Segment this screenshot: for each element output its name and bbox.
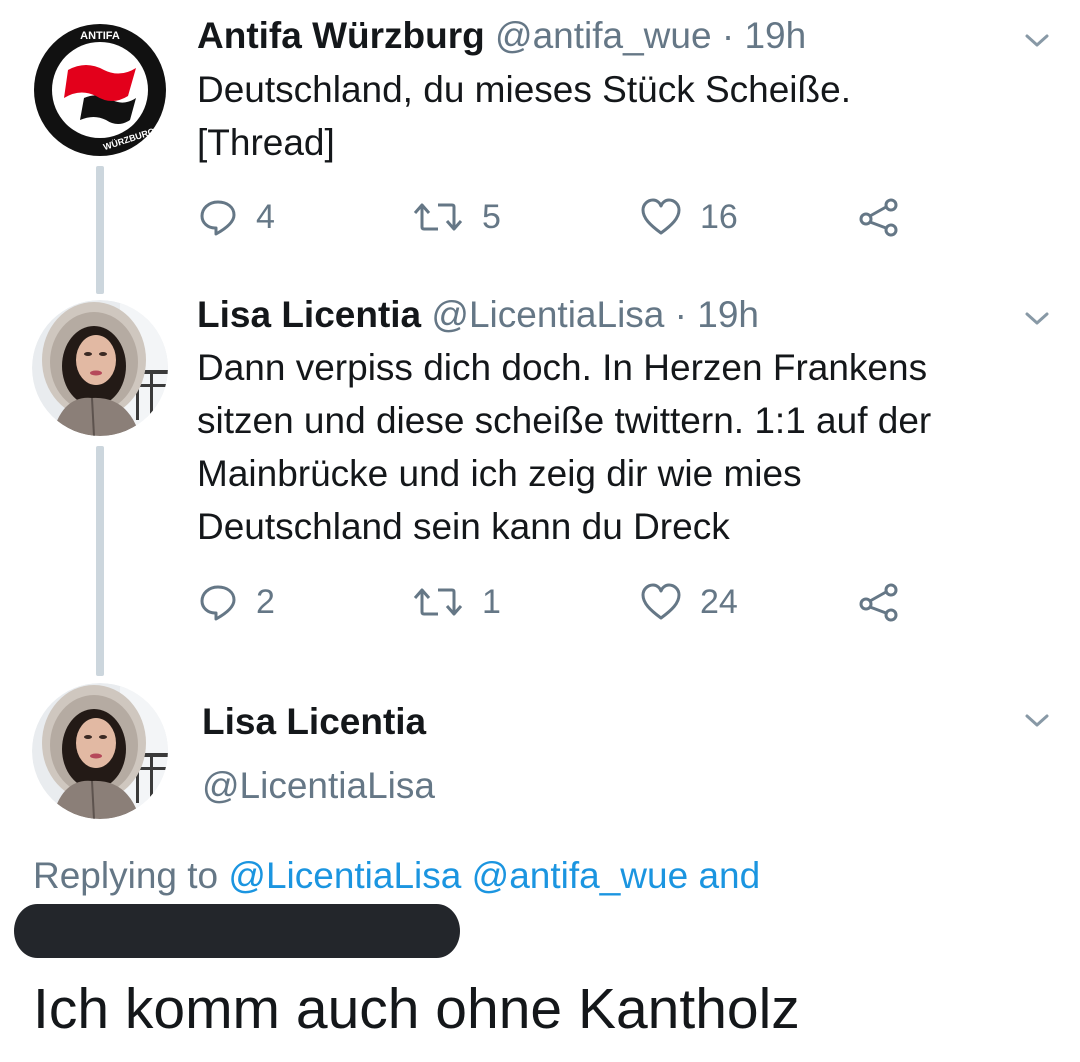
replying-to-mentions[interactable]: @LicentiaLisa @antifa_wue and <box>228 855 760 896</box>
reply-count: 4 <box>256 197 275 236</box>
retweet-button[interactable]: 5 <box>412 195 501 239</box>
reply-button[interactable]: 2 <box>198 580 275 624</box>
like-button[interactable]: 24 <box>640 580 738 624</box>
tweet-1-header: Antifa Würzburg @antifa_wue · 19h <box>197 14 806 58</box>
retweet-icon <box>413 588 463 616</box>
reply-button[interactable]: 4 <box>198 195 275 239</box>
tweet-1-text: Deutschland, du mieses Stück Scheiße. [T… <box>197 69 851 163</box>
reply-icon <box>200 585 236 621</box>
reply-count: 2 <box>256 582 275 621</box>
like-button[interactable]: 16 <box>640 195 738 239</box>
tweet-1-time[interactable]: 19h <box>744 15 806 56</box>
retweet-count: 1 <box>482 582 501 621</box>
retweet-count: 5 <box>482 197 501 236</box>
tweet-2-time[interactable]: 19h <box>697 294 759 335</box>
chevron-down-icon[interactable] <box>1022 26 1052 56</box>
like-count: 24 <box>700 582 738 621</box>
tweet-1-handle[interactable]: @antifa_wue <box>495 15 712 56</box>
tweet-2-text: Dann verpiss dich doch. In Herzen Franke… <box>197 347 932 547</box>
tweet-1-author-name[interactable]: Antifa Würzburg <box>197 15 485 56</box>
avatar-lisa[interactable] <box>32 300 168 436</box>
focused-author-name[interactable]: Lisa Licentia <box>202 700 426 744</box>
thread-line-1 <box>96 166 104 294</box>
retweet-button[interactable]: 1 <box>412 580 501 624</box>
reply-icon <box>200 200 236 236</box>
replying-to-label: Replying to <box>33 855 219 896</box>
replying-to-line: Replying to @LicentiaLisa @antifa_wue an… <box>33 852 760 900</box>
share-button[interactable] <box>858 580 900 624</box>
tweet-2-author-name[interactable]: Lisa Licentia <box>197 294 421 335</box>
chevron-down-icon[interactable] <box>1022 304 1052 334</box>
tweet-1-dot: · <box>721 15 735 56</box>
avatar-antifa-logo[interactable]: ANTIFA WÜRZBURG <box>32 22 168 158</box>
share-button[interactable] <box>858 195 900 239</box>
focused-author-handle[interactable]: @LicentiaLisa <box>202 764 435 808</box>
like-count: 16 <box>700 197 738 236</box>
logo-text-top: ANTIFA <box>80 30 120 42</box>
focused-tweet-text: Ich komm auch ohne Kantholz <box>33 977 800 1041</box>
tweet-2-handle[interactable]: @LicentiaLisa <box>431 294 664 335</box>
chevron-down-icon[interactable] <box>1022 706 1052 736</box>
avatar-lisa-focused[interactable] <box>32 683 168 819</box>
heart-icon <box>641 198 681 235</box>
tweet-2-header: Lisa Licentia @LicentiaLisa · 19h <box>197 293 759 337</box>
heart-icon <box>641 583 681 620</box>
tweet-2-dot: · <box>674 294 687 335</box>
redaction-bar <box>14 904 460 958</box>
thread-line-2 <box>96 446 104 676</box>
share-icon <box>859 198 898 237</box>
share-icon <box>859 583 898 622</box>
retweet-icon <box>413 203 463 231</box>
